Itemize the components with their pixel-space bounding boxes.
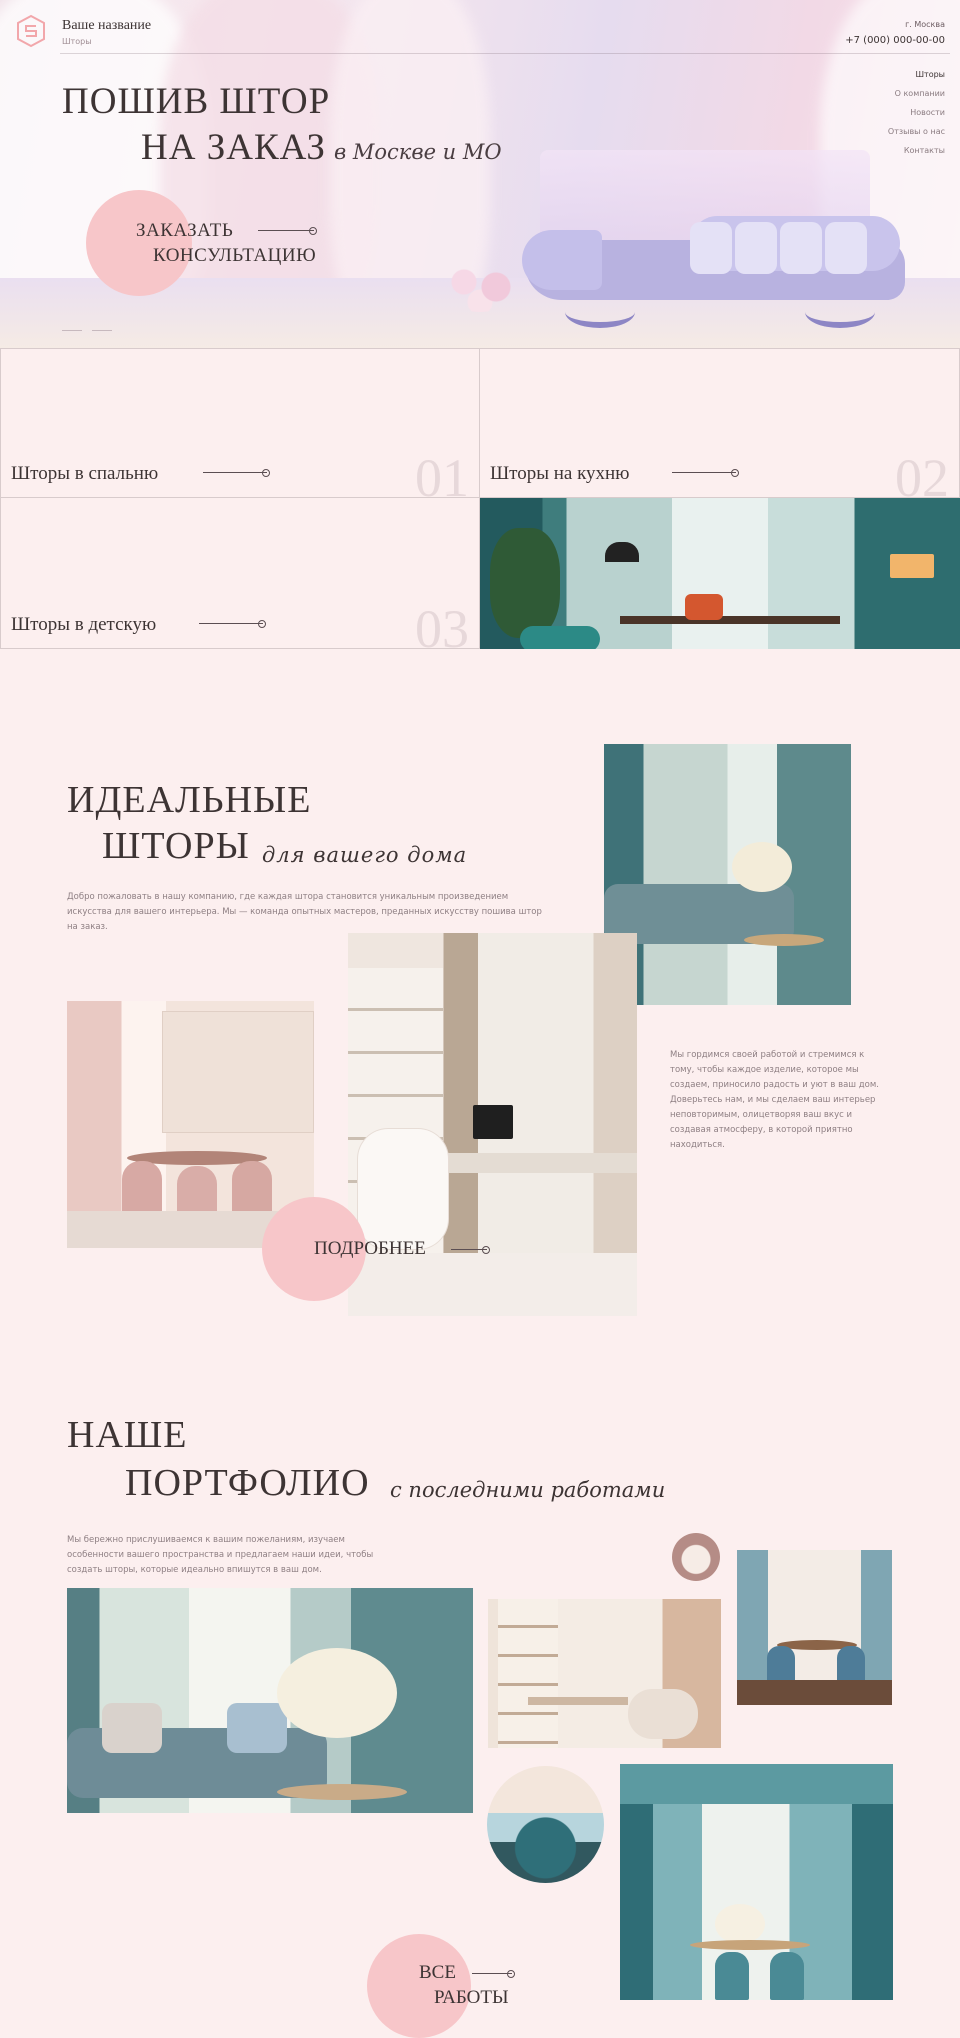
logo-icon[interactable]	[14, 14, 48, 48]
pillow	[690, 222, 732, 274]
portfolio-thumb-small[interactable]	[672, 1533, 720, 1581]
flowers	[277, 1648, 397, 1738]
portfolio-study[interactable]	[488, 1599, 721, 1748]
pillow	[825, 222, 867, 274]
table	[277, 1784, 407, 1800]
sofa-leg	[565, 296, 635, 328]
city-label: г. Москва	[905, 20, 945, 29]
nav-item-contacts[interactable]: Контакты	[888, 146, 945, 155]
portfolio-intro: Мы бережно прислушиваемся к вашим пожела…	[67, 1535, 374, 1575]
category-bedroom[interactable]: Шторы в спальню 01	[0, 348, 480, 498]
chair	[685, 594, 723, 620]
nav-item-about[interactable]: О компании	[888, 89, 945, 98]
pillow	[227, 1703, 287, 1753]
chair	[767, 1646, 795, 1682]
hero-title-line2: НА ЗАКАЗ	[141, 127, 326, 168]
category-kitchen[interactable]: Шторы на кухню 02	[479, 348, 960, 498]
flowers	[732, 842, 792, 892]
category-label: Шторы в спальню	[11, 463, 159, 484]
portfolio-window-thumb[interactable]	[487, 1766, 604, 1883]
lamp	[605, 542, 639, 562]
brand-subtitle: Шторы	[62, 37, 92, 46]
flowers	[715, 1904, 765, 1944]
blossom-decor	[440, 262, 520, 312]
arrow-right-icon	[199, 620, 266, 628]
slider-indicator[interactable]	[62, 316, 122, 335]
cornice	[620, 1764, 893, 1804]
main-nav: Шторы О компании Новости Отзывы о нас Ко…	[888, 70, 945, 165]
category-number: 03	[415, 599, 469, 649]
desk	[528, 1697, 628, 1705]
table	[690, 1940, 810, 1950]
all-works-label-2: РАБОТЫ	[434, 1987, 509, 2008]
hero-title-script: в Москве и МО	[334, 140, 502, 164]
about-intro: Добро пожаловать в нашу компанию, где ка…	[67, 892, 542, 932]
category-number: 02	[895, 448, 949, 498]
phone-link[interactable]: +7 (000) 000-00-00	[845, 35, 945, 46]
arrow-right-icon	[203, 469, 270, 477]
arrow-right-icon	[672, 469, 739, 477]
portfolio-title-script: с последними работами	[390, 1478, 666, 1502]
about-title-line1: ИДЕАЛЬНЫЕ	[67, 779, 312, 821]
portfolio-title-line2: ПОРТФОЛИО	[125, 1462, 370, 1504]
chair	[715, 1952, 749, 2000]
nav-item-curtains[interactable]: Шторы	[888, 70, 945, 79]
pillow	[102, 1703, 162, 1753]
category-kids[interactable]: Шторы в детскую 03	[0, 497, 480, 649]
lamp	[890, 554, 934, 578]
arrow-right-icon	[258, 227, 317, 235]
chair	[837, 1646, 865, 1682]
category-number: 01	[415, 448, 469, 498]
portfolio-title-line1: НАШЕ	[67, 1414, 188, 1456]
hero-title-line1: ПОШИВ ШТОР	[62, 81, 331, 122]
living-room-photo	[604, 744, 851, 1005]
more-button[interactable]: ПОДРОБНЕЕ	[314, 1238, 426, 1260]
nav-item-reviews[interactable]: Отзывы о нас	[888, 127, 945, 136]
pillow	[780, 222, 822, 274]
consultation-label-2: КОНСУЛЬТАЦИЮ	[153, 245, 317, 266]
about-title-script: для вашего дома	[262, 843, 468, 867]
armchair	[628, 1689, 698, 1739]
header-divider	[60, 53, 950, 54]
arrow-right-icon	[472, 1970, 515, 1978]
office-photo	[480, 498, 960, 649]
table	[744, 934, 824, 946]
chair	[122, 1161, 162, 1216]
portfolio-living-room[interactable]	[67, 1588, 473, 1813]
monitor	[473, 1105, 513, 1139]
nav-item-news[interactable]: Новости	[888, 108, 945, 117]
floor	[348, 1253, 637, 1316]
portfolio-blue-dining[interactable]	[737, 1550, 892, 1705]
chair	[358, 1129, 448, 1249]
category-label: Шторы на кухню	[490, 463, 630, 484]
desk	[620, 616, 840, 624]
portfolio-teal-dining[interactable]	[620, 1764, 893, 2000]
brand-name[interactable]: Ваше название	[62, 18, 151, 34]
category-label: Шторы в детскую	[11, 614, 157, 635]
chair	[232, 1161, 272, 1216]
sofa-leg	[805, 296, 875, 328]
cabinet	[162, 1011, 314, 1133]
consultation-button[interactable]: ЗАКАЗАТЬ КОНСУЛЬТАЦИЮ	[136, 218, 316, 268]
about-text: Мы гордимся своей работой и стремимся к …	[670, 1050, 879, 1150]
armchair	[520, 626, 600, 649]
about-title-line2: ШТОРЫ	[102, 825, 250, 867]
floor	[737, 1680, 892, 1705]
pillow	[735, 222, 777, 274]
plant	[490, 528, 560, 638]
chair	[770, 1952, 804, 2000]
all-works-button[interactable]: ВСЕ РАБОТЫ	[419, 1960, 509, 2010]
sofa-arm	[522, 230, 602, 290]
bookshelf	[498, 1599, 558, 1748]
arrow-right-icon	[451, 1246, 490, 1254]
